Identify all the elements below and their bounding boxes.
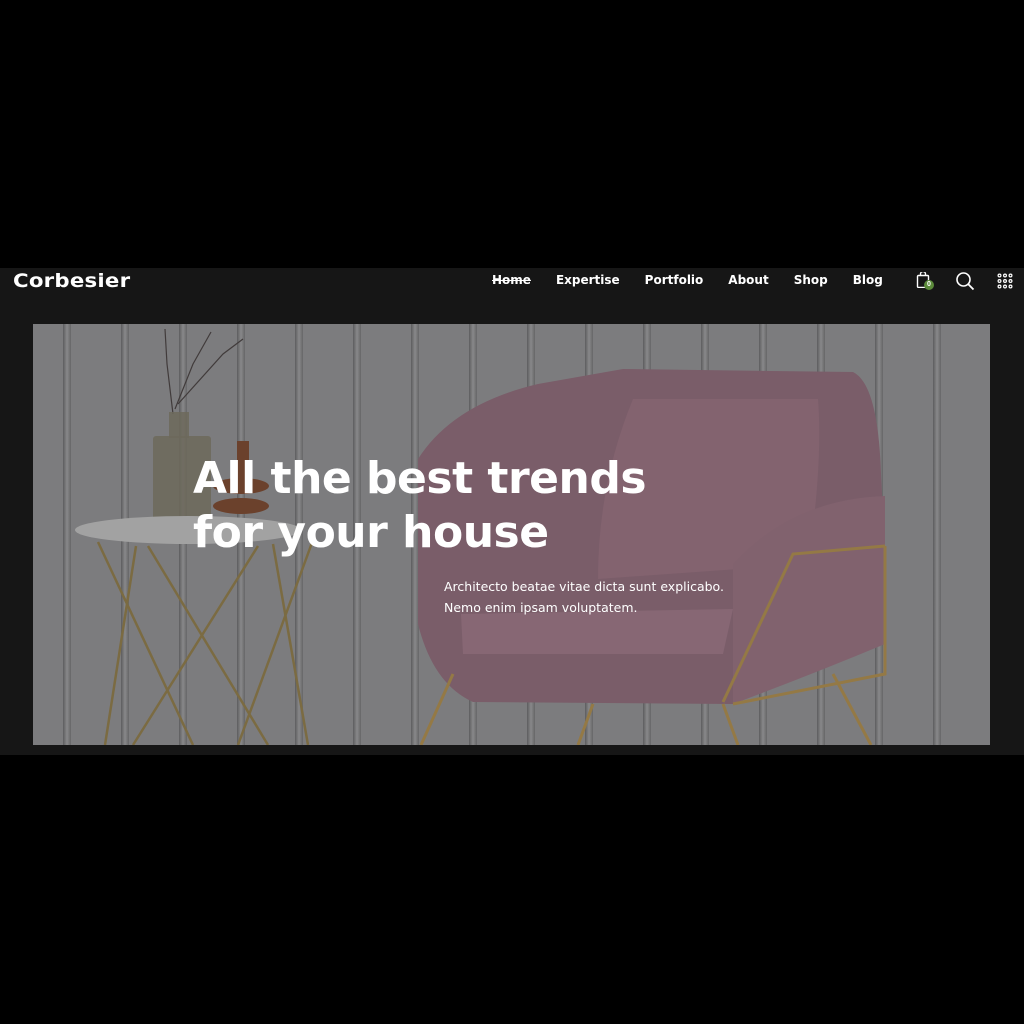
nav-blog[interactable]: Blog: [853, 273, 883, 287]
hero-title: All the best trends for your house: [193, 452, 647, 560]
main-nav: Home Expertise Portfolio About Shop Blog: [492, 273, 908, 287]
nav-home[interactable]: Home: [492, 273, 531, 287]
header: Corbesier Home Expertise Portfolio About…: [0, 268, 1024, 294]
nav-about[interactable]: About: [728, 273, 768, 287]
hero-title-line-1: All the best trends: [193, 453, 647, 504]
grid-menu-icon[interactable]: [997, 273, 1013, 289]
hero-banner: All the best trends for your house Archi…: [33, 324, 990, 745]
website: Corbesier Home Expertise Portfolio About…: [0, 268, 1024, 755]
search-icon[interactable]: [955, 271, 975, 291]
nav-expertise[interactable]: Expertise: [556, 273, 620, 287]
hero-subtitle-line-1: Architecto beatae vitae dicta sunt expli…: [444, 579, 724, 594]
nav-shop[interactable]: Shop: [794, 273, 828, 287]
hero-subtitle: Architecto beatae vitae dicta sunt expli…: [444, 576, 724, 618]
hero-title-line-2: for your house: [193, 507, 549, 558]
cart-count-badge: 0: [924, 280, 934, 290]
logo[interactable]: Corbesier: [13, 270, 130, 292]
hero-subtitle-line-2: Nemo enim ipsam voluptatem.: [444, 600, 638, 615]
nav-portfolio[interactable]: Portfolio: [645, 273, 704, 287]
